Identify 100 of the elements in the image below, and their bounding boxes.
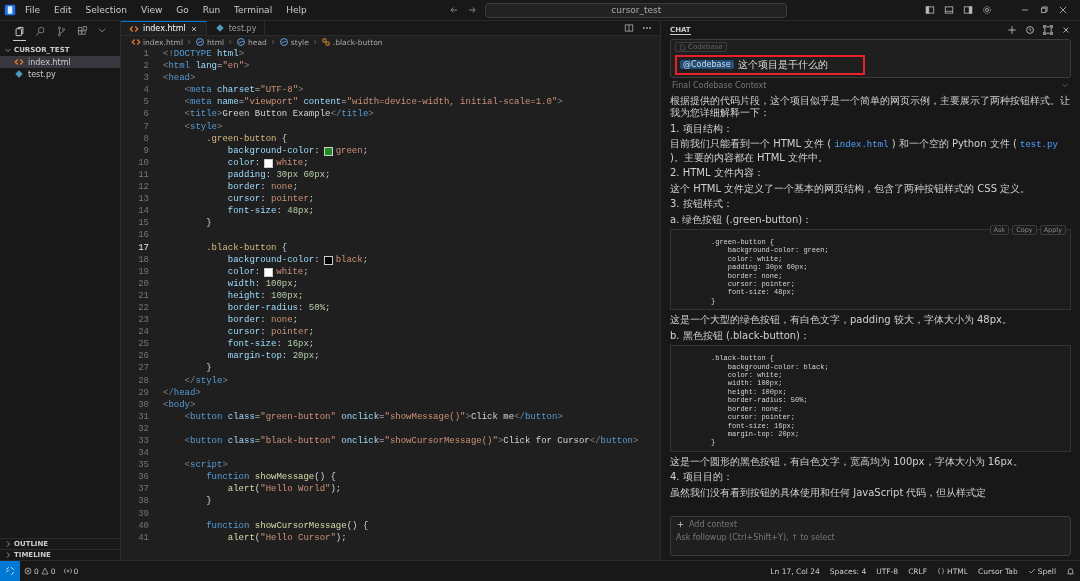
file-name: index.html [28, 57, 71, 67]
line-number: 18 [137, 253, 150, 266]
line-number: 23 [137, 314, 150, 327]
code-line: font-size: 16px; [226, 338, 315, 351]
braces-icon [937, 567, 946, 575]
line-number: 24 [137, 326, 150, 339]
code-line: </head> [163, 386, 201, 399]
line-number: 26 [137, 350, 150, 363]
line-number: 21 [137, 289, 150, 302]
chevron-down-icon[interactable] [97, 25, 107, 35]
line-number: 12 [137, 181, 150, 194]
line-number: 34 [137, 447, 150, 460]
menu-item[interactable]: Edit [49, 4, 77, 16]
code-line: border: none; [226, 181, 299, 194]
diamond-file-icon [214, 23, 225, 33]
chat-paragraph: b. 黑色按钮 (.black-button)： [670, 329, 811, 343]
plus-icon[interactable] [676, 520, 685, 529]
code-line: function showCursorMessage() { [205, 519, 369, 532]
line-number: 19 [137, 265, 150, 278]
followup-field[interactable]: Add context Ask followup (Ctrl+Shift+Y), ↑ to select [670, 516, 1071, 556]
menu-item[interactable]: Terminal [229, 4, 278, 16]
menu-item[interactable]: Go [171, 4, 194, 16]
tree-row[interactable]: index.html [0, 56, 120, 68]
tab-label: test.py [228, 23, 257, 33]
line-number: 7 [142, 120, 150, 133]
css-rule-icon [320, 37, 331, 47]
line-number: 31 [137, 410, 150, 423]
code-line: <button class="green-button" onclick="showMessage()">Click me</button> [183, 410, 563, 423]
file-name: test.py [28, 69, 56, 79]
close-icon[interactable] [189, 24, 198, 33]
code-line: <title>Green Button Example</title> [183, 108, 374, 121]
code-line: <button class="black-button" onclick="showCursorMessage()">Click for Cursor</button> [183, 435, 639, 448]
close-icon[interactable] [1061, 25, 1071, 35]
code-line: cursor: pointer; [226, 326, 315, 339]
line-number: 20 [137, 277, 150, 290]
settings-icon[interactable] [982, 5, 992, 15]
code-line: function showMessage() { [205, 471, 336, 484]
context-label: Final Codebase Context [672, 80, 767, 90]
add-context-button[interactable]: Add context [689, 520, 738, 529]
code-line: <meta charset="UTF-8"> [183, 84, 304, 97]
line-number: 38 [137, 495, 150, 508]
remote-button[interactable] [0, 561, 20, 581]
line-number: 33 [137, 435, 150, 448]
chat-paragraph: 4. 项目目的： [670, 471, 734, 484]
menu-item[interactable]: View [136, 4, 168, 16]
toggle-secondary-sidebar-icon[interactable] [963, 5, 973, 15]
code-text: green; [335, 144, 369, 157]
chevron-right-icon [311, 39, 318, 45]
code-line: <head> [163, 72, 196, 85]
close-icon[interactable] [1058, 5, 1068, 15]
editor-tab[interactable]: index.html [121, 21, 207, 35]
line-number: 14 [137, 205, 150, 218]
editor-tab[interactable]: test.py [206, 21, 266, 35]
line-number: 8 [142, 132, 150, 145]
restore-icon[interactable] [1039, 5, 1049, 15]
toggle-panel-icon[interactable] [944, 5, 954, 15]
menu-item[interactable]: Run [197, 4, 226, 16]
chat-paragraph: 这个 HTML 文件定义了一个基本的网页结构，包含了两种按钮样式的 CSS 定义。 [670, 182, 1032, 195]
chat-paragraph: 2. HTML 文件内容： [670, 167, 765, 180]
toggle-sidebar-icon[interactable] [925, 5, 935, 15]
menu-item[interactable]: Help [281, 4, 312, 16]
code-line: <!DOCTYPE html> [163, 48, 245, 61]
code-text: white; [276, 265, 309, 278]
history-icon[interactable] [1025, 25, 1035, 35]
chat-paragraph: 虽然我们没有看到按钮的具体使用和任何 JavaScript 代码，但从样式定 [670, 486, 988, 500]
line-number: 17 [137, 241, 150, 254]
line-number: 1 [142, 48, 150, 61]
chat-paragraph: 这是一个圆形的黑色按钮，有白色文字，宽高均为 100px，字体大小为 16px。 [670, 455, 1024, 469]
check-icon [1027, 567, 1036, 575]
command-center-search[interactable]: cursor_test [485, 2, 788, 18]
bell-icon[interactable] [1066, 566, 1075, 576]
code-line: <script> [183, 459, 228, 472]
tag-icon [236, 37, 247, 47]
context-row[interactable]: Final Codebase Context [670, 77, 1071, 93]
chat-paragraph: 根据提供的代码片段，这个项目似乎是一个简单的网页示例，主要展示了两种按钮样式。让我为您详细解释一下： [670, 94, 1071, 120]
antenna-icon [63, 567, 72, 575]
code-line: border: none; [226, 314, 299, 327]
code-line: } [205, 495, 212, 508]
code-line: </style> [183, 374, 228, 387]
code-line: } [205, 217, 212, 230]
line-number: 6 [142, 108, 150, 121]
code-line: cursor: pointer; [226, 193, 315, 206]
line-number: 28 [137, 374, 150, 387]
back-arrow-icon[interactable] [449, 5, 460, 15]
line-number: 40 [137, 519, 150, 532]
maximize-icon[interactable] [1043, 25, 1053, 35]
line-number: 32 [137, 422, 150, 435]
code-line: alert("Hello World"); [226, 483, 342, 496]
split-editor-icon[interactable] [624, 23, 634, 33]
warning-icon [40, 567, 49, 575]
menu-item[interactable]: File [20, 4, 46, 16]
menu-item[interactable]: Selection [80, 4, 132, 16]
chevron-down-icon [4, 46, 12, 54]
tree-row[interactable]: test.py [0, 68, 120, 80]
forward-arrow-icon[interactable] [467, 5, 478, 15]
code-line: height: 100px; [226, 289, 304, 302]
plus-icon[interactable] [1007, 25, 1017, 35]
code-line: .black-button { [205, 241, 288, 254]
line-number: 16 [137, 229, 150, 242]
files-icon[interactable] [13, 25, 26, 41]
